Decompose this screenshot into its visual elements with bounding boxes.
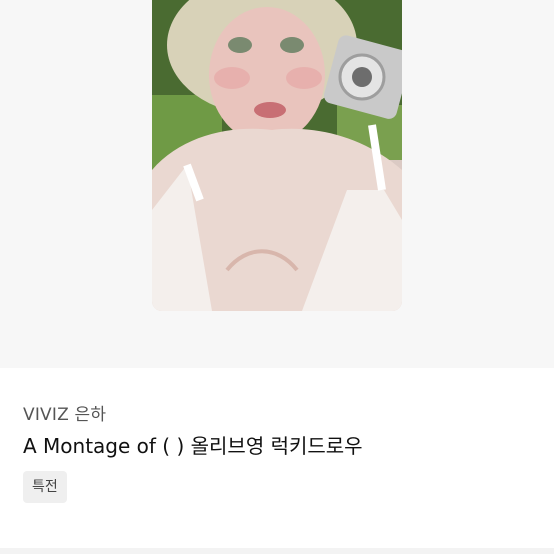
artist-name: VIVIZ 은하 bbox=[23, 405, 107, 425]
benefit-tag[interactable]: 특전 bbox=[23, 471, 67, 503]
product-title: A Montage of ( ) 올리브영 럭키드로우 bbox=[23, 434, 363, 458]
photocard-illustration bbox=[152, 0, 402, 311]
section-divider bbox=[0, 548, 554, 554]
product-info: VIVIZ 은하 A Montage of ( ) 올리브영 럭키드로우 특전 bbox=[0, 368, 554, 554]
product-detail-screen: VIVIZ 은하 A Montage of ( ) 올리브영 럭키드로우 특전 bbox=[0, 0, 554, 554]
product-image-area bbox=[0, 0, 554, 368]
product-photo[interactable] bbox=[152, 0, 402, 311]
